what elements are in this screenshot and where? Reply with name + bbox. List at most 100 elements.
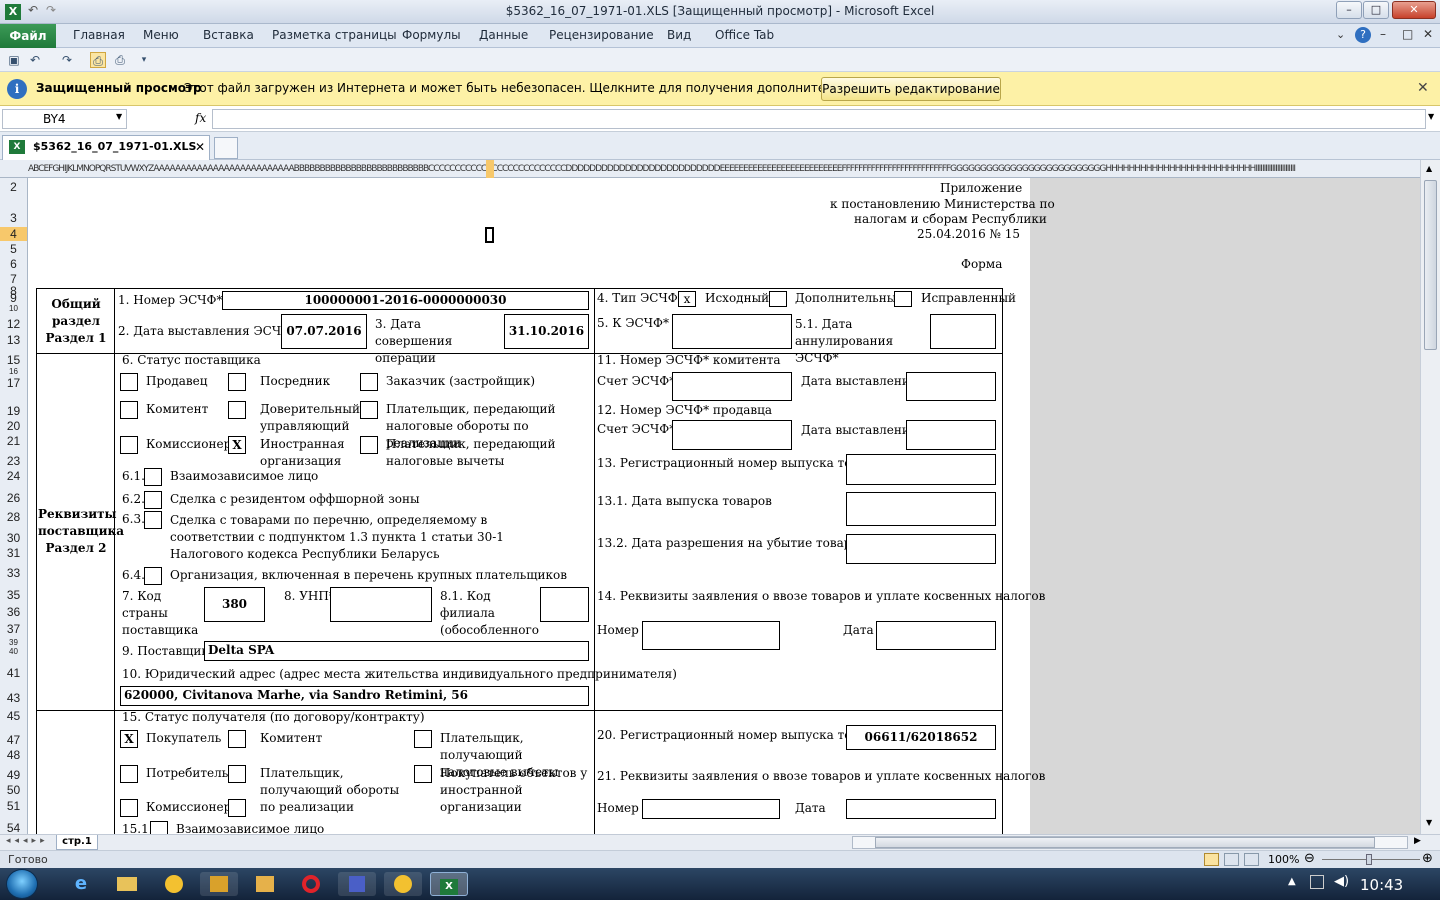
buyer-checkbox[interactable]: X	[120, 730, 138, 748]
horizontal-scroll-thumb[interactable]	[875, 837, 1375, 848]
normal-view-icon[interactable]	[1204, 853, 1219, 866]
zoom-in-icon[interactable]: ⊕	[1422, 851, 1433, 866]
name-box-dropdown-icon[interactable]: ▼	[116, 112, 122, 121]
row-number[interactable]: 39	[0, 638, 27, 647]
row-number[interactable]: 45	[0, 709, 27, 723]
tab-office-tab[interactable]: Office Tab	[715, 28, 774, 42]
new-document-tab-icon[interactable]	[214, 137, 238, 159]
selected-column-header[interactable]	[486, 160, 494, 178]
row-number[interactable]: 50	[0, 783, 27, 797]
start-button[interactable]	[6, 869, 38, 899]
row-number[interactable]: 40	[0, 647, 27, 656]
offshore-checkbox[interactable]	[144, 491, 162, 509]
tray-expand-icon[interactable]: ▲	[1288, 876, 1296, 887]
receiver-committent-checkbox[interactable]	[228, 730, 246, 748]
enable-editing-button[interactable]: Разрешить редактирование	[821, 77, 1001, 101]
document-tab-close-icon[interactable]: ✕	[195, 136, 205, 158]
scroll-up-icon[interactable]: ▲	[1426, 164, 1432, 173]
receiver-payer-turnover-checkbox[interactable]	[228, 765, 246, 783]
row-number[interactable]: 6	[0, 257, 27, 271]
large-payer-checkbox[interactable]	[144, 567, 162, 585]
related-party-checkbox[interactable]	[144, 468, 162, 486]
sheet-tab-page1[interactable]: стр.1	[56, 835, 98, 850]
row-number[interactable]: 54	[0, 821, 27, 834]
row-number[interactable]: 31	[0, 546, 27, 560]
undo-icon[interactable]: ↶	[27, 52, 43, 68]
tab-data[interactable]: Данные	[479, 28, 528, 42]
app-icon[interactable]	[338, 872, 376, 896]
intermediary-checkbox[interactable]	[228, 373, 246, 391]
network-icon[interactable]	[1310, 875, 1324, 889]
row-number[interactable]: 30	[0, 531, 27, 545]
row-number[interactable]: 16	[0, 367, 27, 376]
worksheet[interactable]: Приложение к постановлению Министерства …	[28, 178, 1420, 834]
type-additional-checkbox[interactable]	[769, 291, 787, 307]
protected-view-message[interactable]: Этот файл загружен из Интернета и может …	[184, 81, 932, 95]
committent-checkbox[interactable]	[120, 401, 138, 419]
tab-formulas[interactable]: Формулы	[402, 28, 461, 42]
name-box[interactable]: BY4	[2, 109, 127, 129]
commissioner-checkbox[interactable]	[120, 436, 138, 454]
tab-file[interactable]: Файл	[0, 24, 56, 48]
page-layout-view-icon[interactable]	[1224, 853, 1239, 866]
receiver-payer-deductions-checkbox[interactable]	[414, 730, 432, 748]
1c-icon[interactable]	[155, 872, 193, 896]
active-cell-cursor[interactable]	[485, 227, 494, 243]
vertical-scrollbar[interactable]: ▲ ▼	[1420, 160, 1440, 834]
zoom-slider-thumb[interactable]	[1366, 854, 1372, 865]
tab-view[interactable]: Вид	[667, 28, 691, 42]
row-number[interactable]: 2	[0, 180, 27, 194]
row-number[interactable]: 23	[0, 454, 27, 468]
close-button[interactable]: ✕	[1392, 1, 1436, 19]
buyer-foreign-checkbox[interactable]	[414, 765, 432, 783]
ribbon-minimize-icon[interactable]: ⌄	[1336, 28, 1345, 41]
help-icon[interactable]: ?	[1355, 27, 1371, 43]
scroll-right-icon[interactable]: ▶	[1414, 836, 1421, 846]
row-number[interactable]: 13	[0, 333, 27, 347]
row-number[interactable]: 19	[0, 404, 27, 418]
row-number[interactable]: 12	[0, 317, 27, 331]
row-number[interactable]: 4	[0, 227, 27, 241]
maximize-button[interactable]: □	[1363, 1, 1389, 19]
goods-list-checkbox[interactable]	[144, 511, 162, 529]
row-headers[interactable]: 2 3 4 5 6 7 8 9 10 12 13 15 16 17 19 20 …	[0, 178, 28, 834]
doc-restore-button[interactable]: □	[1402, 27, 1413, 41]
redo-icon[interactable]: ↷	[59, 52, 75, 68]
volume-icon[interactable]: ◀)	[1334, 874, 1349, 889]
payer-turnover-checkbox[interactable]	[360, 401, 378, 419]
row-number[interactable]: 5	[0, 242, 27, 256]
formula-input[interactable]	[212, 109, 1426, 129]
excel-taskbar-icon[interactable]: X	[430, 872, 468, 896]
receiver-related-party-checkbox[interactable]	[150, 821, 168, 834]
sheet-nav-icon[interactable]: ◂◂◂▸▸	[6, 836, 49, 846]
row-number[interactable]: 24	[0, 469, 27, 483]
column-headers[interactable]: ABCEFGHIJKLMNOPQRSTUVWXYZAAAAAAAAAAAAAAA…	[0, 160, 1426, 178]
save-icon[interactable]: ▣	[6, 52, 22, 68]
row-number[interactable]: 36	[0, 605, 27, 619]
opera-icon[interactable]	[292, 872, 330, 896]
customer-checkbox[interactable]	[360, 373, 378, 391]
page-break-view-icon[interactable]	[1244, 853, 1259, 866]
row-number[interactable]: 51	[0, 799, 27, 813]
archive-icon[interactable]	[200, 872, 238, 896]
doc-close-button[interactable]: ✕	[1423, 27, 1433, 41]
row-number[interactable]: 15	[0, 353, 27, 367]
row-number[interactable]: 47	[0, 733, 27, 747]
row-number[interactable]: 35	[0, 588, 27, 602]
row-number[interactable]: 43	[0, 691, 27, 705]
row-number[interactable]: 37	[0, 622, 27, 636]
row-number[interactable]: 33	[0, 566, 27, 580]
consumer-checkbox[interactable]	[120, 765, 138, 783]
formula-expand-icon[interactable]: ▼	[1428, 112, 1434, 121]
scroll-down-icon[interactable]: ▼	[1426, 818, 1432, 827]
tab-page-layout[interactable]: Разметка страницы	[272, 28, 397, 42]
row-number[interactable]: 9	[0, 291, 27, 305]
foreign-org-checkbox[interactable]: X	[228, 436, 246, 454]
type-corrected-checkbox[interactable]	[894, 291, 912, 307]
type-initial-checkbox[interactable]: x	[678, 291, 696, 307]
print-icon[interactable]: ⎙	[112, 52, 128, 68]
trustee-checkbox[interactable]	[228, 401, 246, 419]
row-number[interactable]: 10	[0, 304, 27, 313]
receiver-extra-checkbox[interactable]	[228, 799, 246, 817]
media-player-icon[interactable]	[246, 872, 284, 896]
